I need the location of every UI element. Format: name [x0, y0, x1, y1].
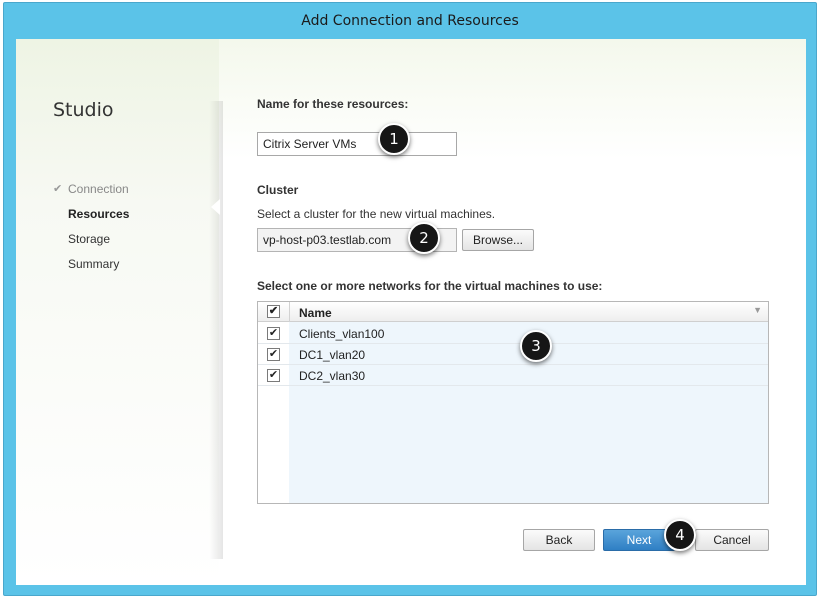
network-name: Clients_vlan100: [299, 327, 385, 341]
window-title: Add Connection and Resources: [301, 13, 519, 29]
step-resources[interactable]: Resources: [53, 201, 129, 226]
studio-title: Studio: [53, 99, 114, 121]
current-step-pointer-icon: [211, 199, 220, 215]
window-frame: Add Connection and Resources Studio ✔ Co…: [3, 2, 817, 596]
table-row[interactable]: ✔ Clients_vlan100: [258, 323, 768, 344]
cluster-heading: Cluster: [257, 183, 299, 197]
callout-badge-1: 1: [378, 123, 410, 155]
header-divider: [289, 302, 290, 322]
checkmark-icon: ✔: [53, 183, 63, 195]
resource-name-input[interactable]: Citrix Server VMs: [257, 132, 457, 156]
cancel-button[interactable]: Cancel: [695, 529, 769, 551]
step-label: Connection: [68, 181, 129, 196]
networks-label: Select one or more networks for the virt…: [257, 279, 603, 293]
callout-badge-3: 3: [520, 330, 552, 362]
network-name: DC2_vlan30: [299, 369, 366, 383]
sidebar-divider-shadow: [209, 101, 223, 559]
step-label: Storage: [68, 231, 111, 246]
row-checkbox[interactable]: ✔: [267, 348, 280, 361]
sort-arrow-icon[interactable]: ▼: [753, 305, 762, 315]
step-storage[interactable]: Storage: [53, 226, 129, 251]
step-label: Summary: [68, 256, 120, 271]
row-checkbox[interactable]: ✔: [267, 327, 280, 340]
row-checkbox[interactable]: ✔: [267, 369, 280, 382]
table-row[interactable]: ✔ DC1_vlan20: [258, 344, 768, 365]
callout-badge-2: 2: [408, 222, 440, 254]
back-button[interactable]: Back: [523, 529, 595, 551]
step-connection[interactable]: ✔ Connection: [53, 176, 129, 201]
step-summary[interactable]: Summary: [53, 251, 129, 276]
name-label: Name for these resources:: [257, 97, 409, 111]
select-all-checkbox[interactable]: ✔: [267, 305, 280, 318]
table-row[interactable]: ✔ DC2_vlan30: [258, 365, 768, 386]
step-label: Resources: [68, 206, 130, 221]
list-header: ✔ Name ▼: [258, 302, 768, 322]
wizard-steps: ✔ Connection Resources Storage Summary: [53, 176, 129, 276]
networks-list[interactable]: ✔ Name ▼ ✔ Clients_vlan100 ✔ DC1_vlan20 …: [257, 301, 769, 504]
cluster-description: Select a cluster for the new virtual mac…: [257, 207, 496, 221]
sidebar: Studio ✔ Connection Resources Storage Su…: [16, 39, 219, 585]
browse-button[interactable]: Browse...: [462, 229, 534, 251]
callout-badge-4: 4: [664, 519, 696, 551]
network-name: DC1_vlan20: [299, 348, 366, 362]
column-header-name[interactable]: Name: [299, 306, 332, 320]
main-content: Name for these resources: Citrix Server …: [257, 39, 777, 585]
dialog-client-area: Studio ✔ Connection Resources Storage Su…: [16, 39, 806, 585]
